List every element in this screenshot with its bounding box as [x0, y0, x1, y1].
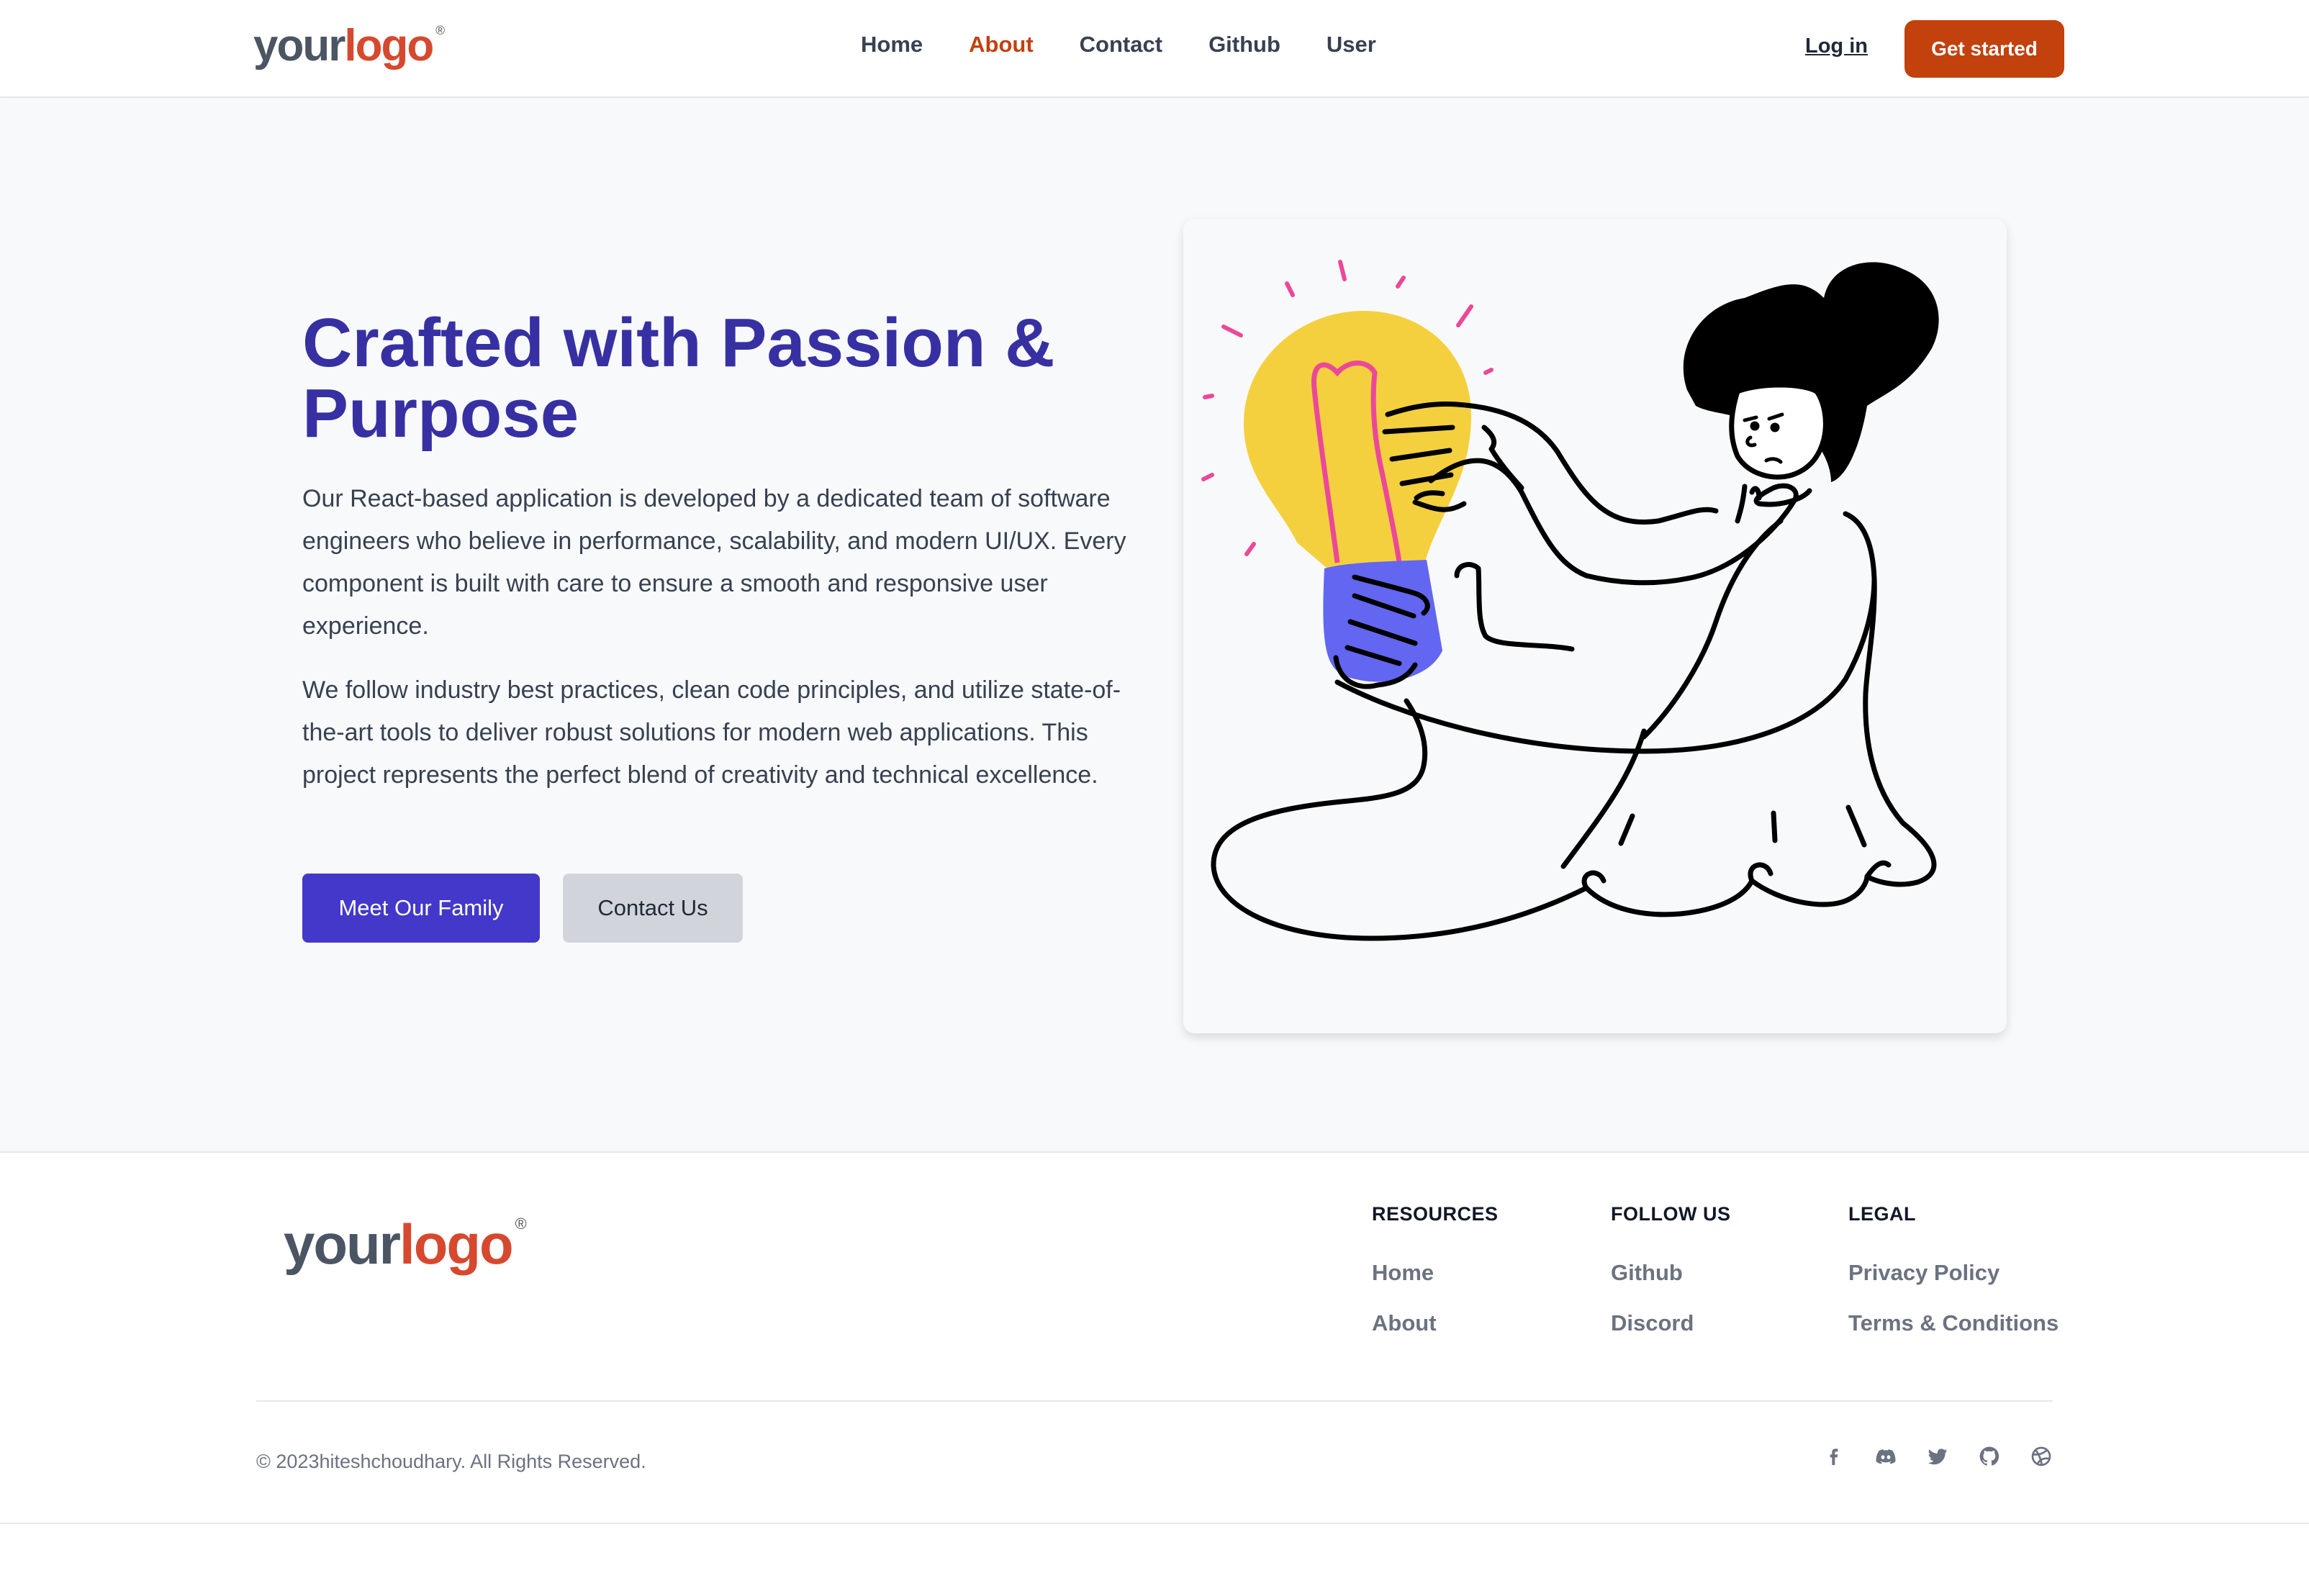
- site-footer: your logo ® RESOURCES Home About FOLLOW …: [0, 1151, 2309, 1524]
- main-nav: Home About Contact Github User: [861, 32, 1376, 58]
- footer-link-about[interactable]: About: [1372, 1310, 1499, 1336]
- footer-heading-follow-us: FOLLOW US: [1611, 1203, 1731, 1225]
- social-links: [1821, 1443, 2054, 1469]
- logo-text-your: your: [253, 21, 345, 71]
- copyright-text: © 2023hiteshchoudhary. All Rights Reserv…: [256, 1451, 646, 1472]
- logo-text-logo: logo: [344, 21, 434, 71]
- footer-link-terms[interactable]: Terms & Conditions: [1848, 1310, 2059, 1336]
- hero-paragraph-2: We follow industry best practices, clean…: [302, 676, 1121, 789]
- footer-link-github[interactable]: Github: [1611, 1260, 1730, 1286]
- hero-paragraph-1: Our React-based application is developed…: [302, 485, 1126, 640]
- footer-logo-text-logo: logo: [399, 1212, 514, 1276]
- get-started-button[interactable]: Get started: [1904, 20, 2064, 78]
- footer-heading-legal: LEGAL: [1848, 1203, 1916, 1225]
- dribbble-icon[interactable]: [2028, 1443, 2054, 1469]
- hero-section: Crafted with Passion & Purpose Our React…: [0, 99, 2309, 1151]
- footer-link-privacy-policy[interactable]: Privacy Policy: [1848, 1260, 2059, 1286]
- footer-heading-resources: RESOURCES: [1372, 1203, 1499, 1225]
- bulb-base: [1323, 560, 1442, 682]
- hero-title: Crafted with Passion & Purpose: [302, 304, 1055, 452]
- footer-column-resources: RESOURCES Home About: [1372, 1203, 1499, 1336]
- footer-column-legal: LEGAL Privacy Policy Terms & Conditions: [1848, 1203, 2059, 1336]
- nav-contact[interactable]: Contact: [1080, 32, 1162, 58]
- site-header: your logo ® Home About Contact Github Us…: [0, 0, 2309, 98]
- github-icon[interactable]: [1976, 1443, 2002, 1469]
- facebook-icon[interactable]: [1821, 1443, 1847, 1469]
- nav-user[interactable]: User: [1327, 32, 1376, 58]
- footer-logo-text-your: your: [284, 1212, 401, 1276]
- footer-link-discord[interactable]: Discord: [1611, 1310, 1730, 1336]
- twitter-icon[interactable]: [1925, 1443, 1951, 1469]
- logo-registered-mark: ®: [435, 23, 445, 37]
- meet-our-family-button[interactable]: Meet Our Family: [302, 874, 540, 943]
- face: [1729, 382, 1828, 480]
- contact-us-button[interactable]: Contact Us: [563, 874, 743, 943]
- footer-link-home[interactable]: Home: [1372, 1260, 1499, 1286]
- bulb-glass: [1244, 311, 1471, 568]
- footer-column-follow-us: FOLLOW US Github Discord: [1611, 1203, 1730, 1336]
- person-holding-lightbulb-illustration: [1201, 260, 1939, 941]
- nav-home[interactable]: Home: [861, 32, 923, 58]
- footer-divider: [256, 1400, 2053, 1402]
- login-link[interactable]: Log in: [1805, 35, 1868, 58]
- nav-github[interactable]: Github: [1208, 32, 1280, 58]
- hero-illustration-card: [1183, 219, 2007, 1033]
- discord-icon[interactable]: [1873, 1443, 1899, 1469]
- nav-about[interactable]: About: [969, 32, 1034, 58]
- footer-logo[interactable]: your logo ®: [284, 1212, 527, 1277]
- footer-logo-registered-mark: ®: [515, 1215, 527, 1233]
- header-logo[interactable]: your logo ®: [253, 20, 445, 71]
